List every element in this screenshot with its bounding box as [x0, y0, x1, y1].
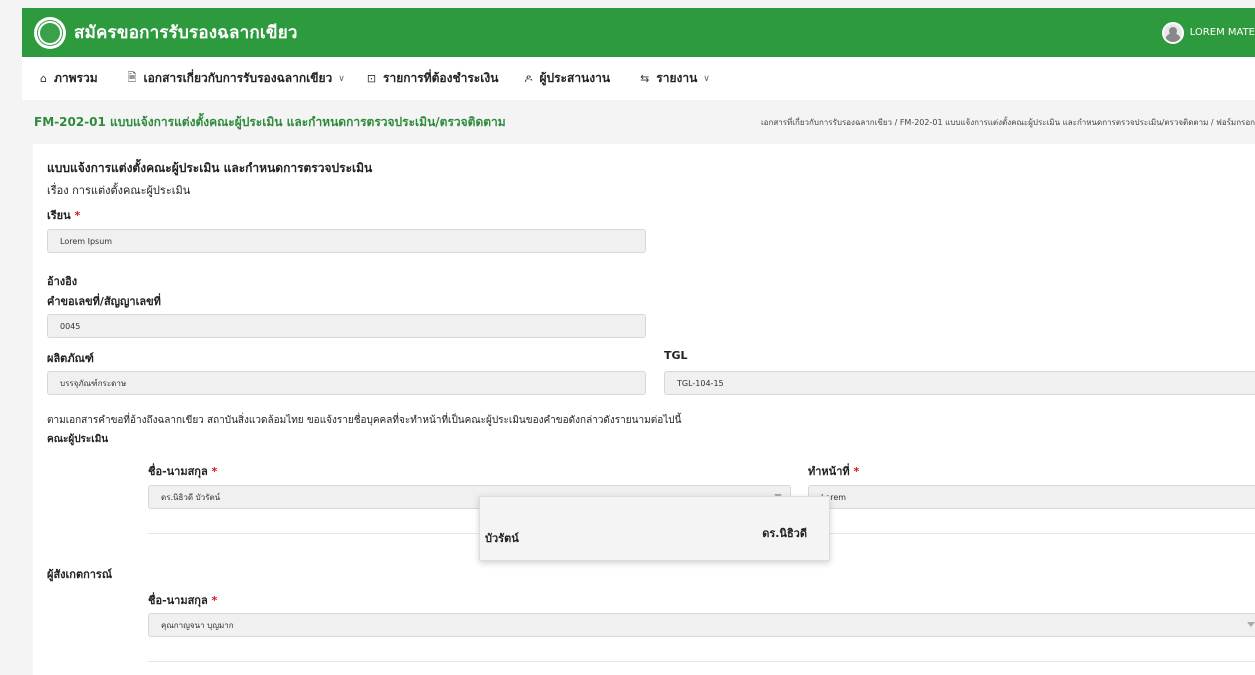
payment-icon: ⊡	[366, 72, 377, 85]
main-nav: ⌂ ภาพรวม 🗎 เอกสารเกี่ยวกับการรับรองฉลากเ…	[22, 57, 1255, 100]
nav-item-reports[interactable]: ⇆ รายงาน ∨	[640, 69, 710, 88]
document-icon: 🗎	[127, 71, 137, 84]
request-no-field[interactable]: 0045	[47, 314, 646, 338]
nav-item-label: ผู้ประสานงาน	[539, 71, 611, 85]
nav-item-label: รายการที่ต้องชำระเงิน	[383, 71, 499, 85]
user-name: LOREM MATE	[1189, 27, 1255, 38]
product-label: ผลิตภัณฑ์	[47, 352, 94, 365]
product-field[interactable]: บรรจุภัณฑ์กระดาษ	[47, 371, 646, 395]
dropdown-option-line1: ดร.นิธิวดี	[762, 527, 807, 540]
dropdown-option-line2: บัวรัตน์	[485, 532, 519, 545]
nav-item-label: รายงาน	[656, 71, 698, 85]
observer-name-label: ชื่อ-นามสกุล *	[148, 594, 218, 607]
assessors-label: คณะผู้ประเมิน	[47, 434, 109, 445]
nav-item-coordinator[interactable]: ዶ ผู้ประสานงาน	[524, 69, 610, 88]
top-bar: สมัครขอการรับรองฉลากเขียว LOREM MATE	[22, 8, 1255, 57]
user-icon: ዶ	[524, 71, 533, 85]
chevron-down-icon: ∨	[338, 73, 345, 84]
to-label: เรียน *	[47, 209, 81, 222]
tgl-label: TGL	[664, 349, 688, 362]
divider	[148, 661, 1255, 662]
assessor-dropdown-option[interactable]: ดร.นิธิวดี บัวรัตน์	[479, 496, 830, 561]
request-no-label: คำขอเลขที่/สัญญาเลขที่	[47, 295, 161, 308]
report-icon: ⇆	[640, 72, 650, 85]
form-card: แบบแจ้งการแต่งตั้งคณะผู้ประเมิน และกำหนด…	[33, 144, 1255, 675]
nav-item-label: ภาพรวม	[53, 71, 98, 85]
user-menu[interactable]: LOREM MATE	[1161, 8, 1255, 57]
breadcrumb[interactable]: เอกสารที่เกี่ยวกับการรับรองฉลากเขียว / F…	[761, 116, 1255, 129]
to-field[interactable]: Lorem Ipsum	[47, 229, 646, 253]
nav-item-payments[interactable]: ⊡ รายการที่ต้องชำระเงิน	[367, 69, 499, 88]
nav-item-documents[interactable]: 🗎 เอกสารเกี่ยวกับการรับรองฉลากเขียว ∨	[128, 69, 345, 88]
assessor-name-label: ชื่อ-นามสกุล *	[148, 465, 218, 478]
home-icon: ⌂	[40, 72, 47, 85]
observer-name-select[interactable]: คุณกาญจนา บุญมาก	[148, 613, 1255, 637]
ref-label: อ้างอิง	[47, 275, 78, 288]
green-label-logo[interactable]	[34, 16, 66, 49]
app-title: สมัครขอการรับรองฉลากเขียว	[74, 23, 298, 43]
nav-item-label: เอกสารเกี่ยวกับการรับรองฉลากเขียว	[143, 71, 333, 85]
form-subject: เรื่อง การแต่งตั้งคณะผู้ประเมิน	[47, 184, 191, 197]
avatar-icon	[1161, 21, 1184, 44]
notice-text: ตามเอกสารคำขอที่อ้างถึงฉลากเขียว สถาบันส…	[47, 415, 682, 426]
tgl-field[interactable]: TGL-104-15	[664, 371, 1255, 395]
chevron-down-icon	[1247, 622, 1255, 627]
page-title: FM-202-01 แบบแจ้งการแต่งตั้งคณะผู้ประเมิ…	[34, 114, 506, 129]
form-heading: แบบแจ้งการแต่งตั้งคณะผู้ประเมิน และกำหนด…	[47, 161, 373, 175]
nav-item-overview[interactable]: ⌂ ภาพรวม	[40, 69, 98, 88]
chevron-down-icon: ∨	[703, 73, 710, 84]
observer-label: ผู้สังเกตการณ์	[47, 568, 113, 581]
role-label: ทำหน้าที่ *	[808, 465, 860, 478]
page-header: FM-202-01 แบบแจ้งการแต่งตั้งคณะผู้ประเมิ…	[22, 100, 1255, 144]
role-field[interactable]: Lorem	[808, 485, 1255, 509]
